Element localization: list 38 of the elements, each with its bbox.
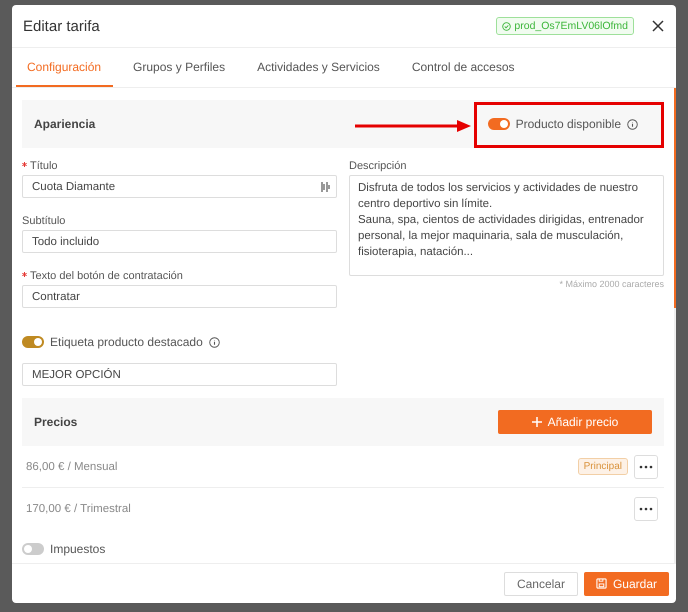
section-title: Precios	[34, 415, 78, 429]
more-button[interactable]	[634, 497, 658, 521]
principal-tag: Principal	[578, 458, 628, 475]
price-text: 170,00 € / Trimestral	[26, 503, 131, 515]
field-label: Texto del botón de contratación	[30, 270, 183, 282]
input-field[interactable]: MEJOR OPCIÓN	[22, 363, 337, 386]
toggle-label: Producto disponible	[516, 117, 621, 131]
price-text: 86,00 € / Mensual	[26, 460, 118, 472]
info-icon	[627, 118, 638, 130]
description-field[interactable]: Disfruta de todos los servicios y actividades de nuestro centro deportivo sin límite. Sauna, spa, cientos de actividades dirigidas, entrenador personal, la mejor maquinaria, sala de musculación, fisioterapia, natación...	[349, 175, 664, 276]
tab[interactable]: Actividades y Servicios	[246, 48, 392, 87]
toggle-switch[interactable]	[22, 336, 44, 348]
plus-icon	[532, 417, 542, 427]
toggle-switch[interactable]	[22, 543, 44, 555]
field-label: Subtítulo	[22, 215, 66, 227]
input-field[interactable]: Cuota Diamante	[22, 175, 337, 198]
more-button[interactable]	[634, 454, 658, 478]
toggle-switch[interactable]	[488, 118, 510, 130]
close-button[interactable]	[652, 20, 664, 32]
toggle-label: Impuestos	[50, 542, 106, 556]
field-label: Descripción	[349, 160, 408, 172]
tab[interactable]: Control de accesos	[400, 48, 527, 87]
field-hint: * Máximo 2000 caracteres	[558, 279, 664, 289]
cancel-button[interactable]: Cancelar	[504, 572, 578, 596]
info-icon	[208, 336, 220, 348]
field-label: Título	[30, 160, 58, 172]
dialog-title: Editar tarifa	[23, 18, 101, 34]
product-id-badge: prod_Os7EmLV06lOfmd	[496, 17, 634, 35]
section-title: Apariencia	[34, 117, 96, 131]
tab[interactable]: Grupos y Perfiles	[122, 48, 238, 87]
text-cursor-icon	[321, 180, 330, 192]
scrollbar[interactable]	[674, 88, 676, 563]
input-field[interactable]: Contratar	[22, 285, 337, 308]
save-icon	[596, 578, 607, 589]
more-icon	[639, 507, 653, 511]
input-field[interactable]: Todo incluido	[22, 230, 337, 253]
toggle-label: Etiqueta producto destacado	[50, 335, 203, 349]
more-icon	[639, 464, 653, 468]
